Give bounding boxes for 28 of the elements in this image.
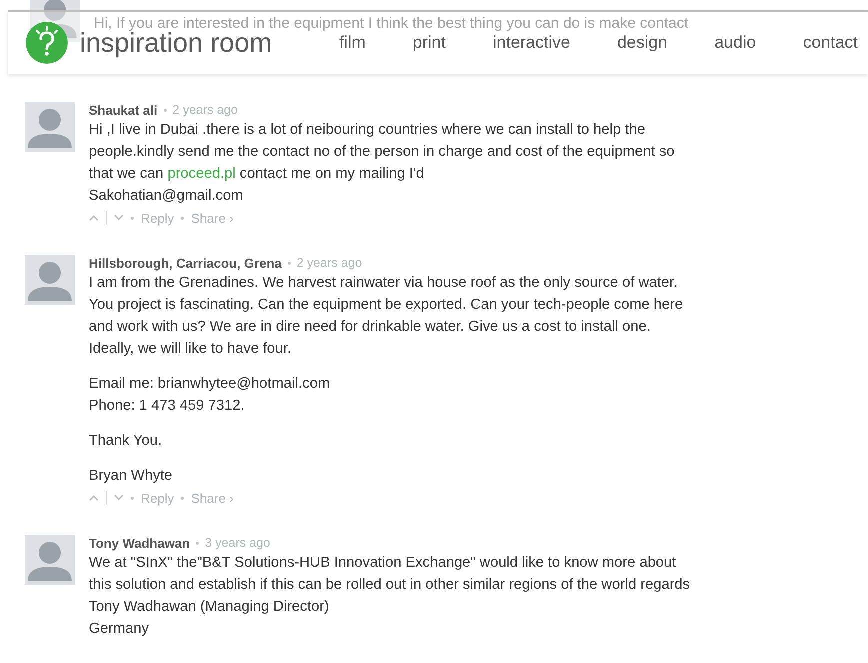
comment-text: Hi ,I live in Dubai .there is a lot of neibouring countries where we can install to help the people.kindly send me the contact no of the person in charge and cost of the equipment so that we can proceed.pl contact me on my mailing I'd: [89, 121, 676, 184]
chevron-down-icon[interactable]: [114, 215, 124, 221]
comment-text: Thank You.: [89, 432, 164, 451]
comment-text: Bryan Whyte: [89, 467, 174, 486]
chevron-up-icon[interactable]: [89, 495, 99, 501]
nav-link[interactable]: audio: [668, 33, 756, 53]
nav-link[interactable]: print: [366, 33, 446, 53]
avatar-icon: [25, 102, 75, 152]
comment-text: I am from the Grenadines. We harvest rainwater via house roof as the only source of water. You project is fascinating. Can the equipment be exported. Can your tech-people come here and work with us? We are in dire need for drinkable water. Give us a cost to install one. Ideally, we will like to have four.: [89, 274, 684, 359]
nav-link[interactable]: design: [570, 33, 668, 53]
comment-author[interactable]: Tony Wadhawan: [89, 536, 190, 550]
chevron-up-icon[interactable]: [89, 215, 99, 221]
avatar-icon: [25, 255, 75, 305]
comment-text: Sakohatian@gmail.com: [89, 187, 244, 206]
comment-author[interactable]: Shaukat ali: [89, 102, 158, 118]
comment-text: Germany: [89, 620, 150, 639]
comment-text: Hi, If you are interested in the equipment I think the best thing you can do is make contact: [94, 14, 689, 32]
comment-text: Phone: 1 473 459 7312.: [89, 397, 246, 416]
avatar-icon: [25, 535, 75, 585]
nav-link[interactable]: contact: [756, 33, 868, 53]
logo-icon[interactable]: [26, 22, 68, 64]
comment-text: We at "SInX" the"B&T Solutions-HUB Innovation Exchange" would like to know more about this solution and establish if this can be rolled out in other similar regions of the world regards: [89, 554, 692, 595]
comment-text: Tony Wadhawan (Managing Director): [89, 598, 330, 617]
comment-text: Email me: brianwhytee@hotmail.com: [89, 375, 332, 394]
nav-link[interactable]: interactive: [446, 33, 570, 53]
chevron-down-icon[interactable]: [114, 495, 124, 501]
comment-author[interactable]: Hillsborough, Carriacou, Grena: [89, 256, 282, 270]
nav-link[interactable]: film: [339, 33, 366, 53]
